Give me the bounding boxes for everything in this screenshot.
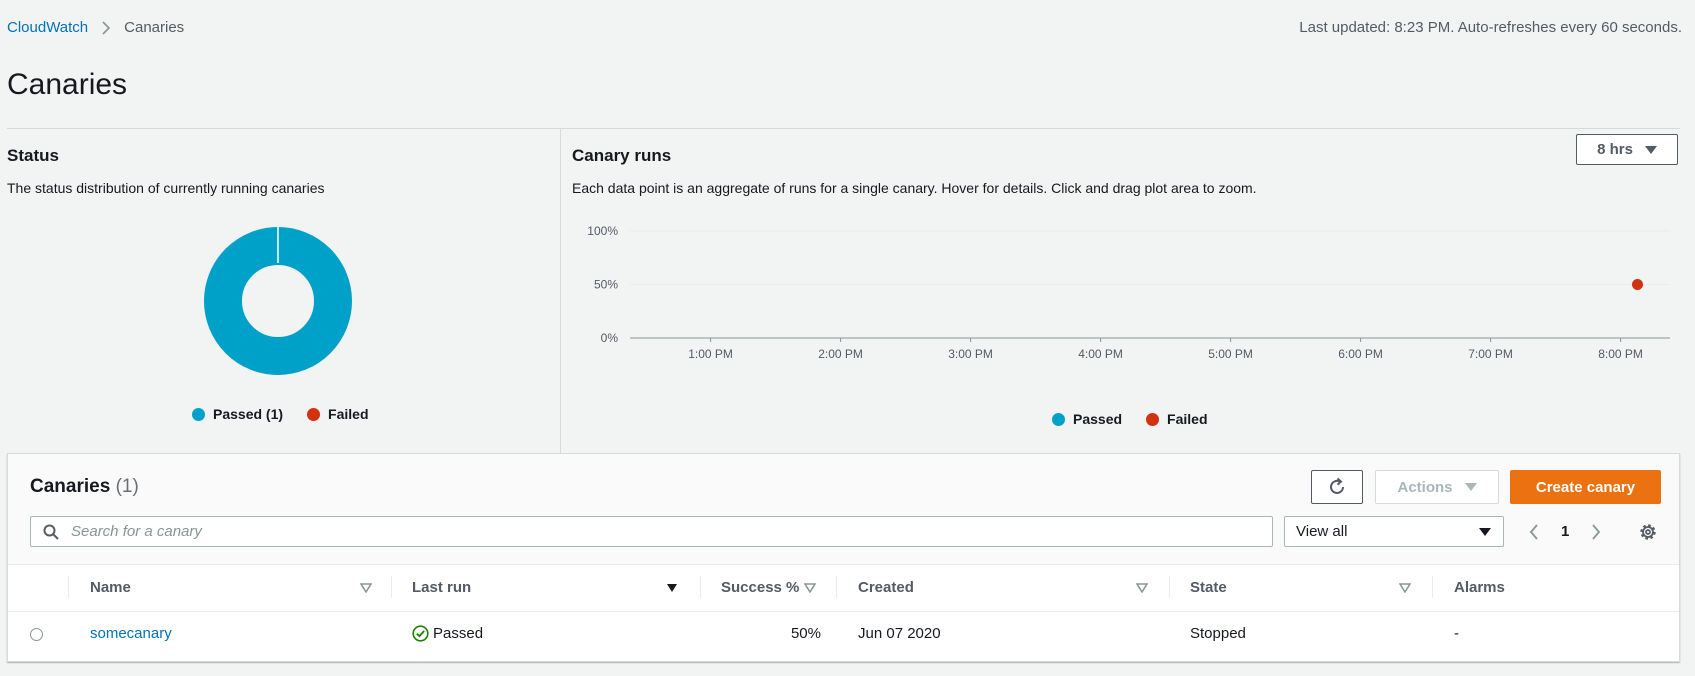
row-select-radio[interactable] [30, 628, 43, 641]
runs-panel-description: Each data point is an aggregate of runs … [572, 180, 1257, 196]
column-header-success[interactable]: Success % [721, 564, 836, 610]
caret-down-icon [1464, 483, 1477, 491]
failed-dot-icon [1146, 412, 1160, 426]
passed-dot-icon [1052, 412, 1065, 426]
y-tick-label: 0% [601, 331, 619, 345]
x-tick-label: 7:00 PM [1468, 347, 1513, 361]
y-tick-label: 100% [587, 224, 618, 238]
chevron-right-icon [102, 20, 111, 35]
legend-item-passed[interactable]: Passed [1052, 411, 1122, 427]
column-separator [836, 576, 837, 598]
search-field[interactable] [30, 516, 1273, 547]
column-label: Success % [721, 578, 800, 596]
failed-dot-icon [307, 407, 321, 421]
breadcrumb: CloudWatch Canaries [7, 19, 184, 36]
sort-icon[interactable] [360, 583, 372, 593]
x-tick-label: 1:00 PM [688, 347, 733, 361]
x-tick-label: 8:00 PM [1598, 347, 1643, 361]
sort-icon[interactable] [804, 583, 816, 593]
runs-panel-title: Canary runs [572, 146, 672, 165]
chevron-left-icon[interactable] [1529, 523, 1539, 540]
legend-label: Passed (1) [213, 406, 284, 422]
legend-label: Failed [328, 406, 369, 422]
column-separator [68, 576, 69, 598]
search-input[interactable] [69, 522, 1223, 541]
legend-label: Failed [1167, 411, 1208, 427]
gear-icon[interactable] [1638, 522, 1658, 542]
column-separator [700, 576, 701, 598]
x-tick-label: 2:00 PM [818, 347, 863, 361]
last-updated-text: Last updated: 8:23 PM. Auto-refreshes ev… [1299, 19, 1682, 36]
status-donut-chart[interactable] [204, 227, 352, 375]
breadcrumb-current: Canaries [124, 19, 185, 36]
filter-select-value: View all [1296, 523, 1348, 540]
actions-button[interactable]: Actions [1375, 470, 1499, 504]
refresh-icon [1330, 477, 1344, 494]
last-run-status: Passed [433, 625, 484, 642]
column-header-created[interactable]: Created [858, 564, 1108, 610]
pagination: 1 [1529, 516, 1601, 547]
search-icon [43, 524, 59, 540]
alarms-value: - [1454, 625, 1459, 642]
refresh-button[interactable] [1311, 470, 1363, 504]
status-panel-description: The status distribution of currently run… [7, 180, 325, 196]
column-separator [1432, 576, 1433, 598]
column-label: Created [858, 578, 914, 596]
actions-label: Actions [1397, 478, 1453, 496]
column-header-state[interactable]: State [1190, 564, 1390, 610]
filter-select[interactable]: View all [1284, 516, 1504, 547]
status-panel-title: Status [7, 146, 59, 165]
canaries-table-panel: Canaries (1) Actions Create canary View … [7, 453, 1680, 662]
caret-down-icon [1644, 145, 1657, 154]
page-number[interactable]: 1 [1561, 523, 1569, 540]
breadcrumb-cloudwatch-link[interactable]: CloudWatch [7, 19, 88, 36]
legend-label: Passed [1073, 411, 1123, 427]
state-value: Stopped [1190, 625, 1246, 642]
passed-dot-icon [192, 407, 205, 421]
x-tick-label: 3:00 PM [948, 347, 993, 361]
table-title: Canaries (1) [30, 476, 139, 498]
page-title: Canaries [7, 68, 128, 101]
chevron-right-icon[interactable] [1591, 523, 1601, 540]
table-count: (1) [115, 476, 139, 497]
table-row[interactable] [8, 611, 1679, 662]
data-point-failed[interactable] [1632, 279, 1643, 290]
column-label: Name [90, 578, 131, 596]
canary-runs-scatter-chart[interactable]: 100% 50% 0% 1:00 PM 2:00 PM 3:00 PM 4:00 PM 5:0… [572, 215, 1682, 395]
column-header-alarms: Alarms [1454, 564, 1654, 610]
created-date: Jun 07 2020 [858, 625, 941, 642]
y-tick-label: 50% [594, 278, 618, 292]
time-range-label: 8 hrs [1597, 141, 1633, 158]
runs-legend: Passed Failed [1052, 411, 1232, 427]
column-header-name[interactable]: Name [90, 564, 350, 610]
create-canary-button[interactable]: Create canary [1510, 470, 1661, 504]
canary-name-link[interactable]: somecanary [90, 625, 172, 642]
column-label: Alarms [1454, 578, 1505, 596]
sort-icon[interactable] [1136, 583, 1148, 593]
check-circle-icon [412, 625, 429, 642]
success-percent: 50% [790, 625, 821, 642]
legend-item-failed[interactable]: Failed [307, 406, 369, 422]
caret-down-icon [1479, 527, 1491, 536]
x-tick-label: 4:00 PM [1078, 347, 1123, 361]
time-range-button[interactable]: 8 hrs [1576, 134, 1678, 165]
x-tick-label: 5:00 PM [1208, 347, 1253, 361]
column-label: Last run [412, 578, 472, 596]
status-legend: Passed (1) Failed [192, 406, 393, 422]
table-title-text: Canaries [30, 476, 111, 497]
column-header-last-run[interactable]: Last run [412, 564, 642, 610]
last-run-cell: Passed [412, 625, 483, 642]
x-tick-label: 6:00 PM [1338, 347, 1383, 361]
legend-item-passed[interactable]: Passed (1) [192, 406, 283, 422]
column-label: State [1190, 578, 1227, 596]
sort-icon[interactable] [1399, 583, 1411, 593]
sort-active-icon[interactable] [666, 583, 678, 593]
legend-item-failed[interactable]: Failed [1146, 411, 1208, 427]
panel-divider [560, 129, 561, 453]
column-separator [1169, 576, 1170, 598]
divider [7, 128, 1680, 129]
column-separator [391, 576, 392, 598]
